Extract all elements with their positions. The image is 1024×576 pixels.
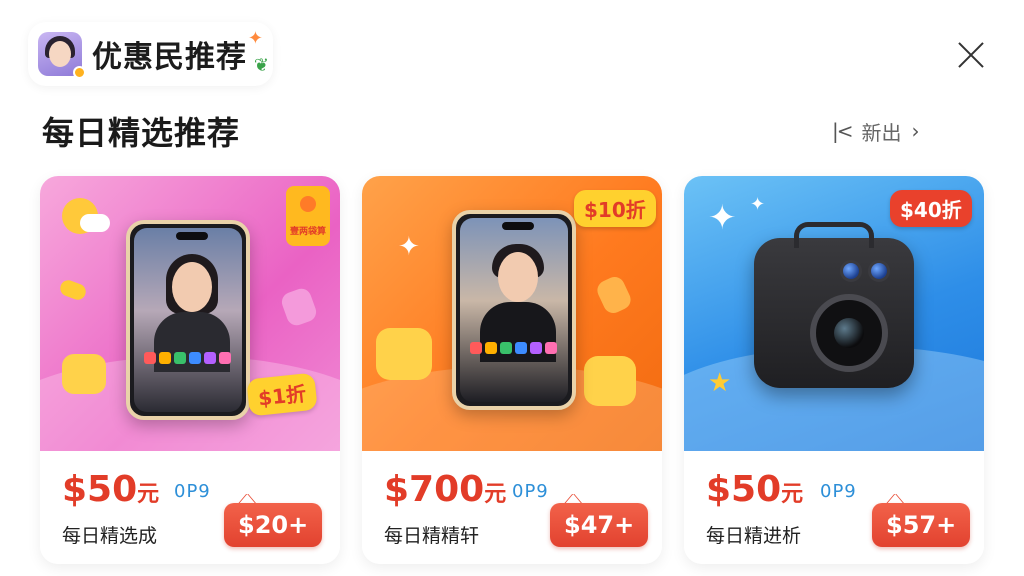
phone [126,220,250,420]
price-value: $50 [62,469,138,510]
person-face [172,262,212,312]
camera-small-lens [868,260,890,282]
avatar-face [49,41,71,67]
sparkle-icon: ✦ [708,198,737,238]
product-card[interactable]: ✦ $10折 $700元 0P9 每日精精轩 ⟋⟍ $47+ [362,176,662,564]
phone-screen [134,228,242,412]
star-icon: ✦ [247,28,263,49]
product-image: ✦ ✦ ★ $40折 [684,176,984,451]
leaf-icon: ❦ [253,55,269,76]
app-icons [470,342,557,354]
pager-next-label[interactable]: 新出 [862,117,902,146]
price-unit: 元 [137,482,160,507]
brand-title: 优惠民推荐 [92,40,247,75]
coupon-button[interactable]: $47+ [550,503,649,547]
price-value: $700 [384,469,485,510]
product-info: $700元 0P9 每日精精轩 ⟋⟍ $47+ [362,451,662,564]
product-info: $50元 0P9 每日精选成 ⟋⟍ $20+ [40,451,340,564]
price-value: $50 [706,469,782,510]
discount-badge: $10折 [574,190,656,227]
product-code: 0P9 [820,481,857,502]
avatar[interactable] [38,32,86,79]
phone [452,210,576,410]
product-card[interactable]: 壹两袋算 $1折 $50元 0P9 每日精选成 ⟋⟍ $20+ [40,176,340,564]
star-mascot-icon [376,328,432,380]
coupon-button[interactable]: $20+ [224,503,323,547]
confetti-decoration [279,285,319,329]
price: $50元 [706,469,803,510]
brand-bar[interactable]: 优惠民推荐 ✦ ❦ [28,22,273,86]
discount-badge: $40折 [890,190,972,227]
product-code: 0P9 [174,481,211,502]
bag-label: 壹两袋算 [290,227,327,237]
camera-strap [794,222,874,248]
section-title: 每日精选推荐 [42,114,241,152]
confetti-decoration [58,278,88,302]
camera-small-lens [840,260,862,282]
product-subtitle: 每日精精轩 [384,525,480,547]
person-face [498,252,538,302]
status-dot [73,66,86,79]
product-subtitle: 每日精进析 [706,525,802,547]
phone-notch [502,222,534,230]
price: $50元 [62,469,159,510]
price: $700元 [384,469,506,510]
confetti-decoration [594,273,634,317]
star-mascot-icon [62,354,106,394]
camera-lens-glass [834,318,864,348]
product-image: ✦ $10折 [362,176,662,451]
cloud-decoration [80,214,110,232]
coupon-button[interactable]: $57+ [872,503,971,547]
price-unit: 元 [781,482,804,507]
header: 优惠民推荐 ✦ ❦ [0,0,1024,100]
camera-lens [810,294,888,372]
star-icon: ★ [708,368,732,398]
phone-screen [460,218,568,402]
camera [754,222,914,388]
product-image: 壹两袋算 $1折 [40,176,340,451]
close-icon[interactable] [948,32,994,78]
product-info: $50元 0P9 每日精进析 ⟋⟍ $57+ [684,451,984,564]
sparkle-icon: ✦ [750,194,766,215]
product-card[interactable]: ✦ ✦ ★ $40折 $50元 0P9 每日精进析 ⟋⟍ $57+ [684,176,984,564]
pager: |< 新出 › [832,116,920,146]
shopping-bag-icon: 壹两袋算 [286,186,330,246]
product-subtitle: 每日精选成 [62,525,158,547]
first-page-icon[interactable]: |< [832,119,853,143]
price-unit: 元 [484,482,507,507]
star-mascot-icon [584,356,636,406]
phone-notch [176,232,208,240]
product-code: 0P9 [512,481,549,502]
discount-badge: $1折 [246,372,318,417]
chevron-right-icon[interactable]: › [912,119,920,143]
sparkle-icon: ✦ [398,232,420,262]
bag-eye [300,196,316,212]
app-icons [144,352,231,364]
